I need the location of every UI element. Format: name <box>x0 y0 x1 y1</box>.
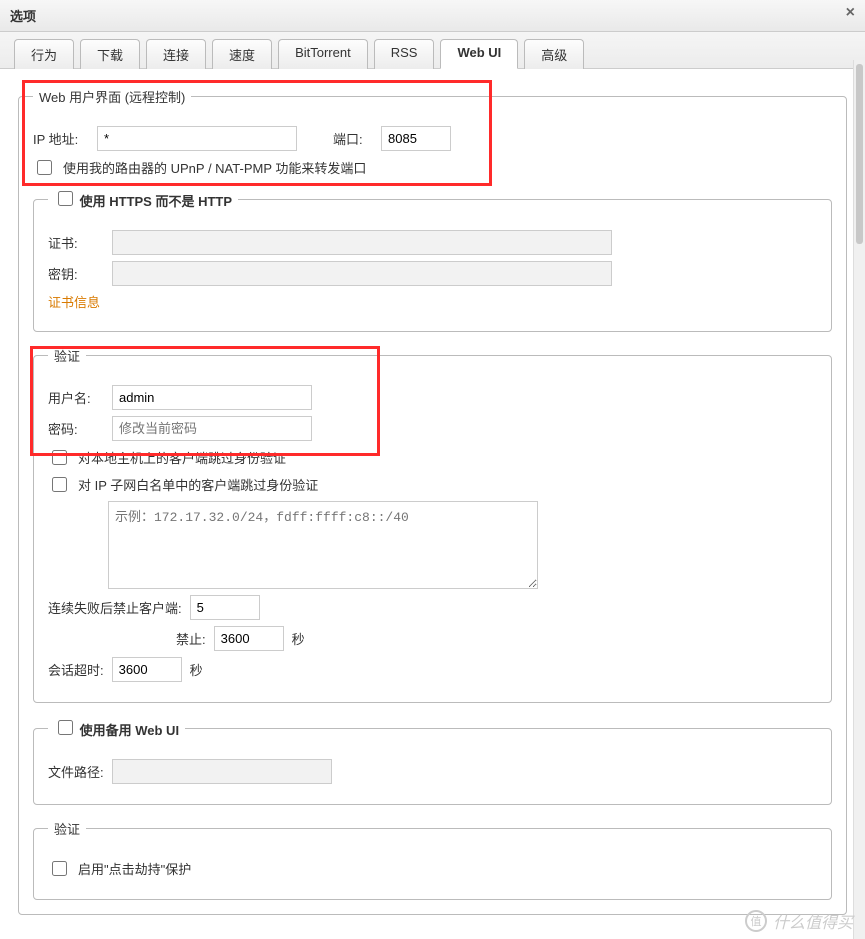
auth-legend: 验证 <box>48 346 86 365</box>
port-label: 端口: <box>333 129 373 148</box>
scrollbar-thumb[interactable] <box>856 64 863 244</box>
tab-bar: 行为 下载 连接 速度 BitTorrent RSS Web UI 高级 <box>0 32 865 69</box>
bypass-subnet-label: 对 IP 子网白名单中的客户端跳过身份验证 <box>78 475 318 494</box>
window-titlebar: 选项 × <box>0 0 865 32</box>
ban-for-label: 禁止: <box>176 629 206 648</box>
altui-legend: 使用备用 Web UI <box>48 717 185 739</box>
altui-checkbox[interactable] <box>58 720 73 735</box>
password-label: 密码: <box>48 419 104 438</box>
ban-after-label: 连续失败后禁止客户端: <box>48 598 182 617</box>
port-input[interactable] <box>381 126 451 151</box>
watermark-icon: 值 <box>745 910 767 932</box>
session-seconds: 秒 <box>190 660 203 679</box>
session-timeout-input[interactable] <box>112 657 182 682</box>
watermark: 值 什么值得买 <box>745 909 853 933</box>
altui-legend-text: 使用备用 Web UI <box>80 723 179 738</box>
https-legend-text: 使用 HTTPS 而不是 HTTP <box>80 194 232 209</box>
bypass-subnet-checkbox[interactable] <box>52 477 67 492</box>
tab-rss[interactable]: RSS <box>374 39 435 69</box>
webui-legend-text: Web 用户界面 (远程控制) <box>39 90 185 105</box>
webui-legend: Web 用户界面 (远程控制) <box>33 87 191 106</box>
username-label: 用户名: <box>48 388 104 407</box>
username-input[interactable] <box>112 385 312 410</box>
tab-advanced[interactable]: 高级 <box>524 39 584 69</box>
tab-content: Web 用户界面 (远程控制) IP 地址: 端口: 使用我的路由器的 UPnP… <box>0 69 865 939</box>
altui-path-input <box>112 759 332 784</box>
tab-speed[interactable]: 速度 <box>212 39 272 69</box>
cert-info-link[interactable]: 证书信息 <box>48 292 100 311</box>
bypass-local-checkbox[interactable] <box>52 450 67 465</box>
key-input <box>112 261 612 286</box>
ban-for-input[interactable] <box>214 626 284 651</box>
window-title: 选项 <box>10 9 36 24</box>
https-legend: 使用 HTTPS 而不是 HTTP <box>48 188 238 210</box>
ban-after-input[interactable] <box>190 595 260 620</box>
fieldset-alt-webui: 使用备用 Web UI 文件路径: <box>33 717 832 805</box>
fieldset-https: 使用 HTTPS 而不是 HTTP 证书: 密钥: 证书信息 <box>33 188 832 332</box>
security-legend: 验证 <box>48 819 86 838</box>
upnp-label: 使用我的路由器的 UPnP / NAT-PMP 功能来转发端口 <box>63 158 366 177</box>
subnet-whitelist-textarea[interactable] <box>108 501 538 589</box>
altui-path-label: 文件路径: <box>48 762 104 781</box>
clickjacking-label: 启用"点击劫持"保护 <box>78 859 191 878</box>
tab-webui[interactable]: Web UI <box>440 39 518 69</box>
close-icon[interactable]: × <box>846 4 855 22</box>
session-timeout-label: 会话超时: <box>48 660 104 679</box>
upnp-checkbox[interactable] <box>37 160 52 175</box>
fieldset-auth: 验证 用户名: 密码: 对本地主机上的客户端跳过身份验证 对 IP 子网白名单中… <box>33 346 832 703</box>
tab-behavior[interactable]: 行为 <box>14 39 74 69</box>
bypass-local-label: 对本地主机上的客户端跳过身份验证 <box>78 448 286 467</box>
tab-downloads[interactable]: 下载 <box>80 39 140 69</box>
cert-input <box>112 230 612 255</box>
clickjacking-checkbox[interactable] <box>52 861 67 876</box>
key-label: 密钥: <box>48 264 104 283</box>
tab-bittorrent[interactable]: BitTorrent <box>278 39 368 69</box>
fieldset-security: 验证 启用"点击劫持"保护 <box>33 819 832 900</box>
ban-for-seconds: 秒 <box>292 629 305 648</box>
fieldset-webui: Web 用户界面 (远程控制) IP 地址: 端口: 使用我的路由器的 UPnP… <box>18 87 847 915</box>
password-input[interactable] <box>112 416 312 441</box>
tab-connection[interactable]: 连接 <box>146 39 206 69</box>
ip-input[interactable] <box>97 126 297 151</box>
watermark-text: 什么值得买 <box>773 909 853 933</box>
cert-label: 证书: <box>48 233 104 252</box>
https-checkbox[interactable] <box>58 191 73 206</box>
ip-label: IP 地址: <box>33 129 89 148</box>
vertical-scrollbar[interactable] <box>853 60 865 939</box>
